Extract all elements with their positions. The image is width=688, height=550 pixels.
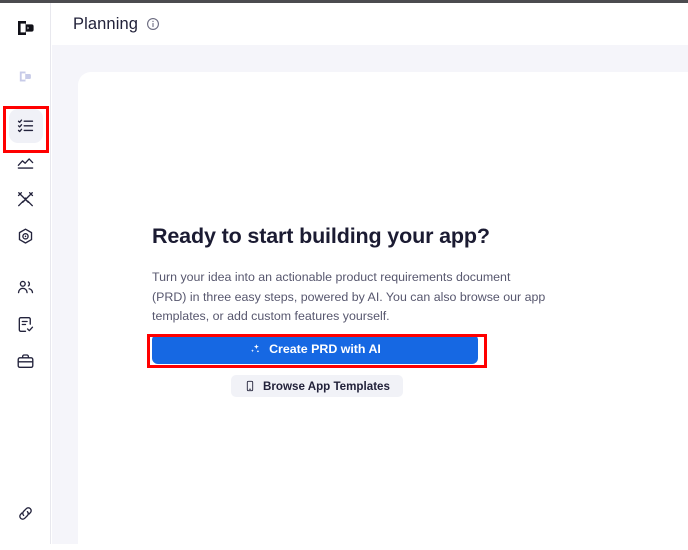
page-body: Ready to start building your app? Turn y… — [52, 45, 688, 550]
app-logo-mark-muted-icon — [17, 68, 34, 85]
page-title-info-button[interactable] — [146, 17, 160, 31]
sidebar-item-workspace[interactable] — [0, 343, 51, 380]
sidebar-item-planning[interactable] — [0, 107, 51, 144]
page-header: Planning — [52, 3, 688, 45]
sidebar-item-tasks[interactable] — [0, 306, 51, 343]
empty-state-title: Ready to start building your app? — [152, 224, 490, 248]
tools-icon — [16, 190, 35, 209]
left-sidebar — [0, 3, 51, 544]
empty-state: Ready to start building your app? Turn y… — [152, 224, 572, 327]
browse-app-templates-button[interactable]: Browse App Templates — [231, 375, 403, 397]
area-chart-icon — [16, 153, 35, 172]
empty-state-actions: Create PRD with AI Browse App Templates — [152, 334, 482, 397]
page-title: Planning — [73, 14, 139, 33]
briefcase-icon — [16, 352, 35, 371]
sparkles-icon — [249, 343, 262, 356]
users-icon — [16, 278, 35, 297]
task-check-icon — [16, 315, 35, 334]
create-prd-with-ai-label: Create PRD with AI — [269, 342, 381, 356]
target-gear-icon — [16, 227, 35, 246]
sidebar-item-team[interactable] — [0, 269, 51, 306]
app-logo[interactable] — [0, 8, 51, 48]
sidebar-item-analytics[interactable] — [0, 144, 51, 181]
empty-state-description: Turn your idea into an actionable produc… — [152, 270, 546, 323]
sidebar-item-link[interactable] — [0, 495, 51, 531]
sidebar-nav — [0, 107, 51, 380]
mobile-device-icon — [244, 380, 256, 392]
info-circle-icon — [146, 17, 160, 31]
content-card: Ready to start building your app? Turn y… — [78, 72, 688, 550]
app-logo-mark-icon — [14, 16, 38, 40]
app-root: Planning Ready to start building your ap… — [0, 0, 688, 550]
sidebar-item-build[interactable] — [0, 181, 51, 218]
sidebar-item-settings[interactable] — [0, 218, 51, 255]
checklist-icon — [16, 116, 35, 135]
link-icon — [16, 504, 35, 523]
create-prd-with-ai-button[interactable]: Create PRD with AI — [152, 334, 478, 364]
sidebar-divider-gap — [0, 255, 51, 269]
browse-app-templates-label: Browse App Templates — [263, 379, 390, 393]
sidebar-secondary-logo[interactable] — [0, 61, 51, 91]
